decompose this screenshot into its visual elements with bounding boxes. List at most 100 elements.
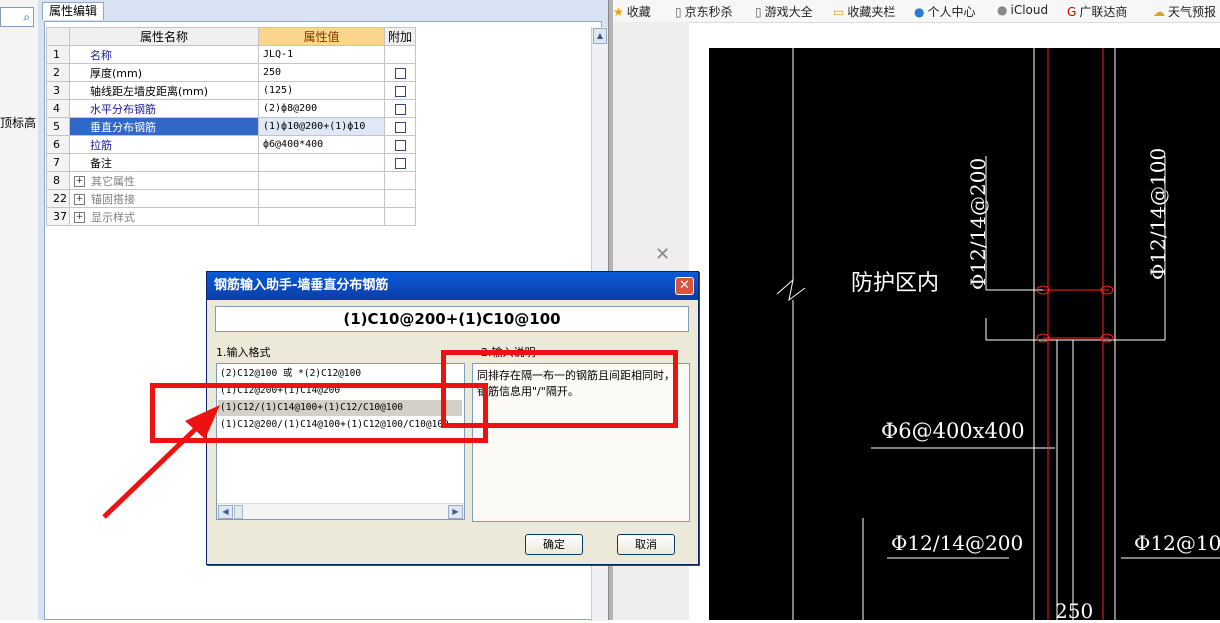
bookmark-label: 个人中心 (927, 5, 976, 19)
property-value[interactable]: ф6@400*400 (258, 135, 385, 154)
column-header-value[interactable]: 属性值 (258, 27, 385, 46)
extra-checkbox[interactable] (394, 139, 406, 151)
property-name[interactable]: 垂直分布钢筋 (69, 117, 259, 136)
property-name[interactable]: + 显示样式 (69, 207, 259, 226)
cad-right-vertical-label: Φ12/14@100 (1146, 148, 1170, 280)
property-name-text: 名称 (90, 48, 112, 62)
extra-checkbox[interactable] (394, 121, 406, 133)
rebar-input-field[interactable]: (1)C10@200+(1)C10@100 (215, 306, 689, 332)
close-icon[interactable]: ✕ (655, 244, 670, 265)
expand-icon[interactable]: + (74, 194, 85, 205)
property-name-text: 厚度(mm) (90, 66, 143, 80)
row-number: 2 (46, 63, 70, 82)
property-value[interactable] (258, 189, 385, 208)
column-header-name[interactable]: 属性名称 (69, 27, 259, 46)
property-name-text: 锚固搭接 (91, 192, 135, 206)
format-item[interactable]: (2)C12@100 或 *(2)C12@100 (220, 366, 361, 382)
row-number: 37 (46, 207, 70, 226)
extra-checkbox[interactable] (394, 103, 406, 115)
g-logo-icon: G (1067, 5, 1077, 19)
extra-cell (384, 171, 416, 190)
extra-cell (384, 81, 416, 100)
table-row[interactable]: 8 + 其它属性 (46, 171, 416, 190)
format-label: 1.输入格式 (216, 346, 271, 359)
expand-icon[interactable]: + (74, 176, 85, 187)
property-value[interactable] (258, 207, 385, 226)
horizontal-scrollbar[interactable]: ◀ ▶ (217, 503, 464, 519)
property-name[interactable]: 拉筋 (69, 135, 259, 154)
property-value[interactable]: (125) (258, 81, 385, 100)
bookmark-item[interactable]: ☁ 天气预报 (1153, 3, 1216, 20)
cad-area-label: 防护区内 (851, 271, 939, 296)
bookmark-label: 收藏夹栏 (847, 5, 896, 19)
row-number: 6 (46, 135, 70, 154)
bookmark-label: 京东秒杀 (684, 5, 733, 19)
scroll-thumb[interactable] (234, 505, 243, 519)
extra-cell (384, 99, 416, 118)
property-name[interactable]: + 其它属性 (69, 171, 259, 190)
extra-cell (384, 63, 416, 82)
property-name[interactable]: 水平分布钢筋 (69, 99, 259, 118)
property-name[interactable]: 厚度(mm) (69, 63, 259, 82)
property-name[interactable]: 备注 (69, 153, 259, 172)
dialog-title[interactable]: 钢筋输入助手-墙垂直分布钢筋 (207, 272, 698, 300)
property-value[interactable] (258, 171, 385, 190)
bookmark-item[interactable]: ● 个人中心 (914, 3, 976, 20)
property-value[interactable]: JLQ-1 (258, 45, 385, 64)
table-row[interactable]: 5 垂直分布钢筋 (1)ф10@200+(1)ф10 (46, 117, 416, 136)
annotation-arrow-icon (102, 405, 220, 519)
cad-drawing-canvas: 防护区内 Φ12/14@200 Φ12/14@100 Φ6@400x400 Φ1… (776, 48, 1220, 623)
tab-property-edit[interactable]: 属性编辑 (42, 2, 104, 20)
property-name-text: 水平分布钢筋 (90, 102, 156, 116)
ok-button[interactable]: 确定 (525, 534, 583, 555)
bookmark-item[interactable]: G 广联达商 (1067, 3, 1127, 20)
table-row[interactable]: 2 厚度(mm) 250 (46, 63, 416, 82)
bookmark-label: 广联达商 (1079, 5, 1128, 19)
extra-cell (384, 45, 416, 64)
annotation-box-description (441, 350, 678, 428)
cad-dimension-label: 250 (1055, 599, 1093, 620)
table-row[interactable]: 1 名称 JLQ-1 (46, 45, 416, 64)
column-header-extra[interactable]: 附加 (384, 27, 416, 46)
property-name[interactable]: 名称 (69, 45, 259, 64)
cad-bottom-right-label: Φ12@100 (1134, 531, 1220, 555)
table-row[interactable]: 37 + 显示样式 (46, 207, 416, 226)
property-name-text: 轴线距左墙皮距离(mm) (90, 84, 209, 98)
property-name[interactable]: + 锚固搭接 (69, 189, 259, 208)
cad-drawing: 防护区内 Φ12/14@200 Φ12/14@100 Φ6@400x400 Φ1… (709, 48, 1220, 623)
table-row[interactable]: 3 轴线距左墙皮距离(mm) (125) (46, 81, 416, 100)
property-value[interactable]: 250 (258, 63, 385, 82)
property-value[interactable]: (1)ф10@200+(1)ф10 (258, 117, 385, 136)
property-value[interactable] (258, 153, 385, 172)
scroll-right-icon[interactable]: ▶ (448, 505, 463, 519)
extra-cell (384, 189, 416, 208)
search-icon[interactable]: ⌕ (23, 10, 30, 25)
cancel-button[interactable]: 取消 (617, 534, 675, 555)
extra-checkbox[interactable] (394, 157, 406, 169)
extra-checkbox[interactable] (394, 85, 406, 97)
apple-icon: ● (997, 3, 1008, 17)
extra-cell (384, 153, 416, 172)
extra-checkbox[interactable] (394, 67, 406, 79)
expand-icon[interactable]: + (74, 212, 85, 223)
table-row[interactable]: 6 拉筋 ф6@400*400 (46, 135, 416, 154)
search-input[interactable]: ⌕ (0, 7, 34, 27)
property-value[interactable]: (2)ф8@200 (258, 99, 385, 118)
bookmark-item[interactable]: ▯ 游戏大全 (755, 3, 813, 20)
table-row[interactable]: 7 备注 (46, 153, 416, 172)
weather-icon: ☁ (1153, 5, 1165, 19)
row-number: 4 (46, 99, 70, 118)
extra-cell (384, 207, 416, 226)
bookmark-item[interactable]: ★ 收藏 (613, 3, 651, 20)
bookmark-item[interactable]: ▭ 收藏夹栏 (833, 3, 895, 20)
table-row[interactable]: 4 水平分布钢筋 (2)ф8@200 (46, 99, 416, 118)
scroll-up-icon[interactable]: ▲ (593, 28, 607, 44)
property-name-text: 备注 (90, 156, 112, 170)
bookmark-item[interactable]: ▯ 京东秒杀 (675, 3, 733, 20)
star-icon: ★ (613, 5, 624, 19)
row-number: 7 (46, 153, 70, 172)
close-icon[interactable]: ✕ (675, 277, 694, 295)
table-row[interactable]: 22 + 锚固搭接 (46, 189, 416, 208)
property-name[interactable]: 轴线距左墙皮距离(mm) (69, 81, 259, 100)
bookmark-item[interactable]: ● iCloud (997, 3, 1048, 17)
